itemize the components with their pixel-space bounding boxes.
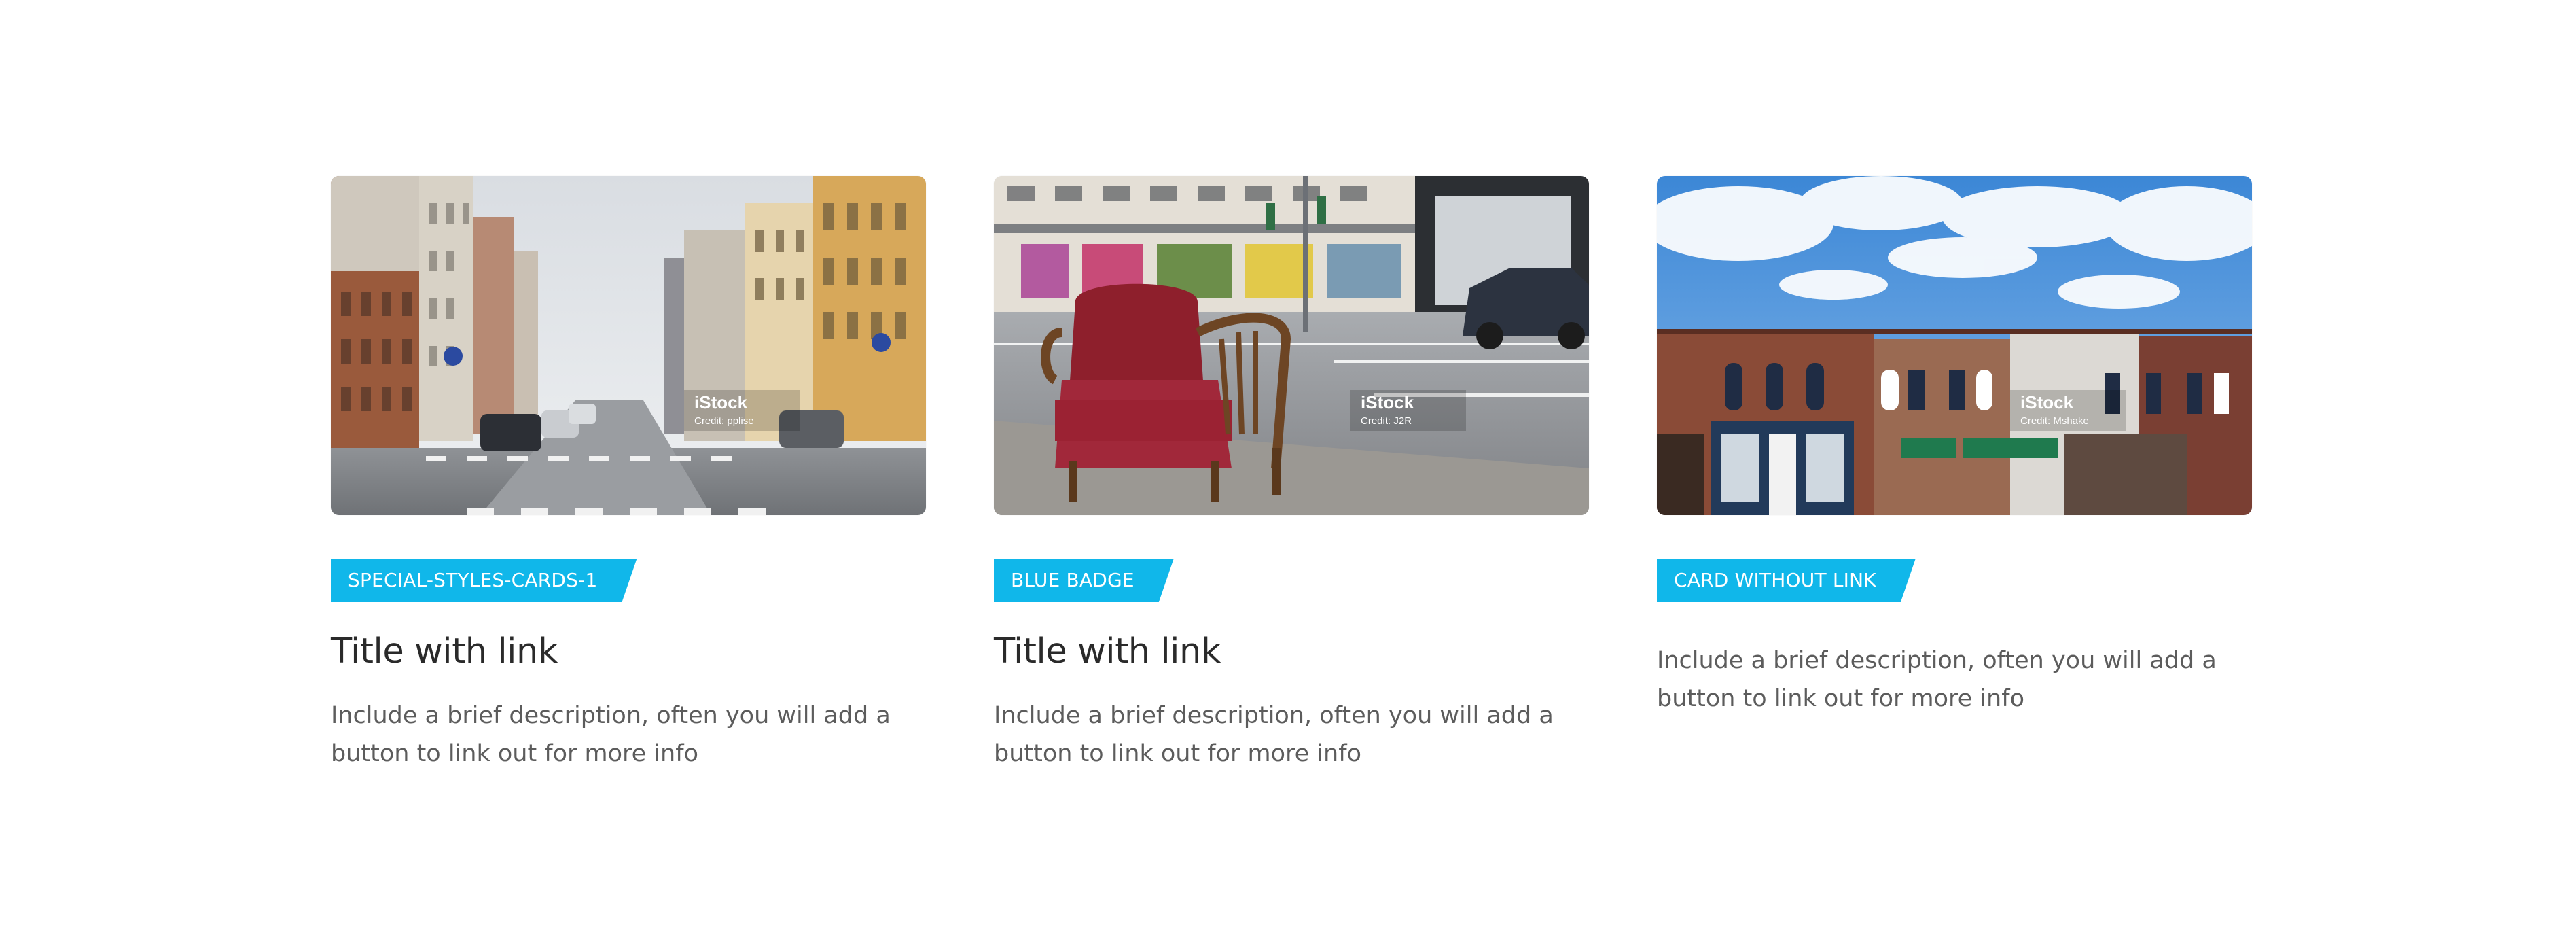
card-1-image: iStock Credit: pplise <box>331 176 926 515</box>
card-description: Include a brief description, often you w… <box>331 701 891 767</box>
city-street-photo: iStock Credit: pplise <box>331 176 926 515</box>
watermark-logo: iStock <box>2020 392 2074 413</box>
card-3: iStock Credit: Mshake CARD WITHOUT LINK … <box>1657 176 2252 797</box>
card-description: Include a brief description, often you w… <box>994 701 1554 767</box>
card-badge: SPECIAL-STYLES-CARDS-1 <box>331 559 637 602</box>
armchair-photo: iStock Credit: J2R <box>994 176 1589 515</box>
card-2: iStock Credit: J2R BLUE BADGE Title with… <box>994 176 1589 797</box>
card-badge: CARD WITHOUT LINK <box>1657 559 1916 602</box>
card-1: iStock Credit: pplise SPECIAL-STYLES-CAR… <box>331 176 926 797</box>
card-2-image: iStock Credit: J2R <box>994 176 1589 515</box>
card-description: Include a brief description, often you w… <box>1657 647 2217 712</box>
card-title-link[interactable]: Title with link <box>331 631 926 672</box>
watermark-credit: Credit: pplise <box>694 415 754 427</box>
watermark-credit: Credit: J2R <box>1361 415 1412 427</box>
card-3-image: iStock Credit: Mshake <box>1657 176 2252 515</box>
watermark-credit: Credit: Mshake <box>2020 415 2089 427</box>
watermark-logo: iStock <box>694 392 748 413</box>
watermark-logo: iStock <box>1361 392 1414 413</box>
card-badge: BLUE BADGE <box>994 559 1174 602</box>
storefronts-photo: iStock Credit: Mshake <box>1657 176 2252 515</box>
card-grid: iStock Credit: pplise SPECIAL-STYLES-CAR… <box>331 176 2253 797</box>
card-title-link[interactable]: Title with link <box>994 631 1589 672</box>
